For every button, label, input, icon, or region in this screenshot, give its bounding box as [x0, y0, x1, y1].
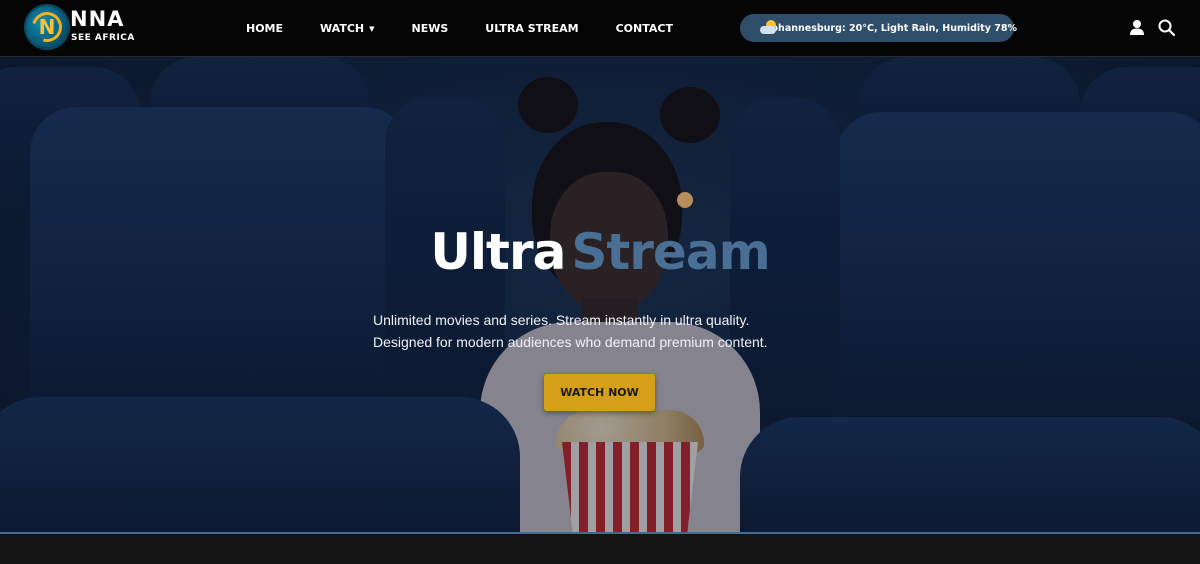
hero-title: Ultra Stream	[0, 223, 1200, 281]
logo-badge-letter: N	[38, 15, 56, 39]
logo-tagline: SEE AFRICA	[71, 33, 135, 43]
nav-item-watch[interactable]: WATCH ▼	[320, 22, 374, 35]
nav-item-label: ULTRA STREAM	[485, 22, 579, 35]
site-logo[interactable]: N NNA SEE AFRICA	[26, 5, 136, 51]
hero-description-line-1: Unlimited movies and series. Stream inst…	[373, 312, 750, 328]
watch-now-button[interactable]: WATCH NOW	[544, 374, 655, 411]
user-icon[interactable]	[1127, 18, 1147, 38]
site-header: N NNA SEE AFRICA HOME WATCH ▼ NEWS ULTRA …	[0, 0, 1200, 57]
weather-widget: Johannesburg: 20°C, Light Rain, Humidity…	[740, 14, 1017, 42]
hero-title-word-1: Ultra	[430, 223, 566, 281]
search-icon[interactable]	[1157, 18, 1177, 38]
nav-item-ultra-stream[interactable]: ULTRA STREAM	[485, 22, 578, 35]
logo-badge-icon: N	[26, 6, 68, 48]
nav-item-news[interactable]: NEWS	[412, 22, 449, 35]
chevron-down-icon: ▼	[369, 24, 375, 33]
nav-item-label: WATCH	[320, 22, 365, 35]
nav-item-contact[interactable]: CONTACT	[616, 22, 673, 35]
nav-item-label: CONTACT	[615, 22, 673, 35]
hero-description-line-2: Designed for modern audiences who demand…	[373, 334, 768, 350]
nav-item-label: HOME	[246, 22, 284, 35]
nav-item-home[interactable]: HOME	[246, 22, 283, 35]
section-divider	[0, 532, 1200, 564]
weather-text: Johannesburg: 20°C, Light Rain, Humidity…	[768, 22, 1017, 34]
nav-item-label: NEWS	[411, 22, 449, 35]
hero-description: Unlimited movies and series. Stream inst…	[373, 309, 833, 353]
logo-name: NNA	[70, 7, 125, 31]
hero-overlay	[0, 57, 1200, 534]
earring-decoration	[677, 192, 693, 208]
main-nav: HOME WATCH ▼ NEWS ULTRA STREAM CONTACT	[236, 0, 710, 57]
hero-title-word-2: Stream	[571, 223, 770, 281]
hero-banner: Ultra Stream Unlimited movies and series.…	[0, 57, 1200, 534]
